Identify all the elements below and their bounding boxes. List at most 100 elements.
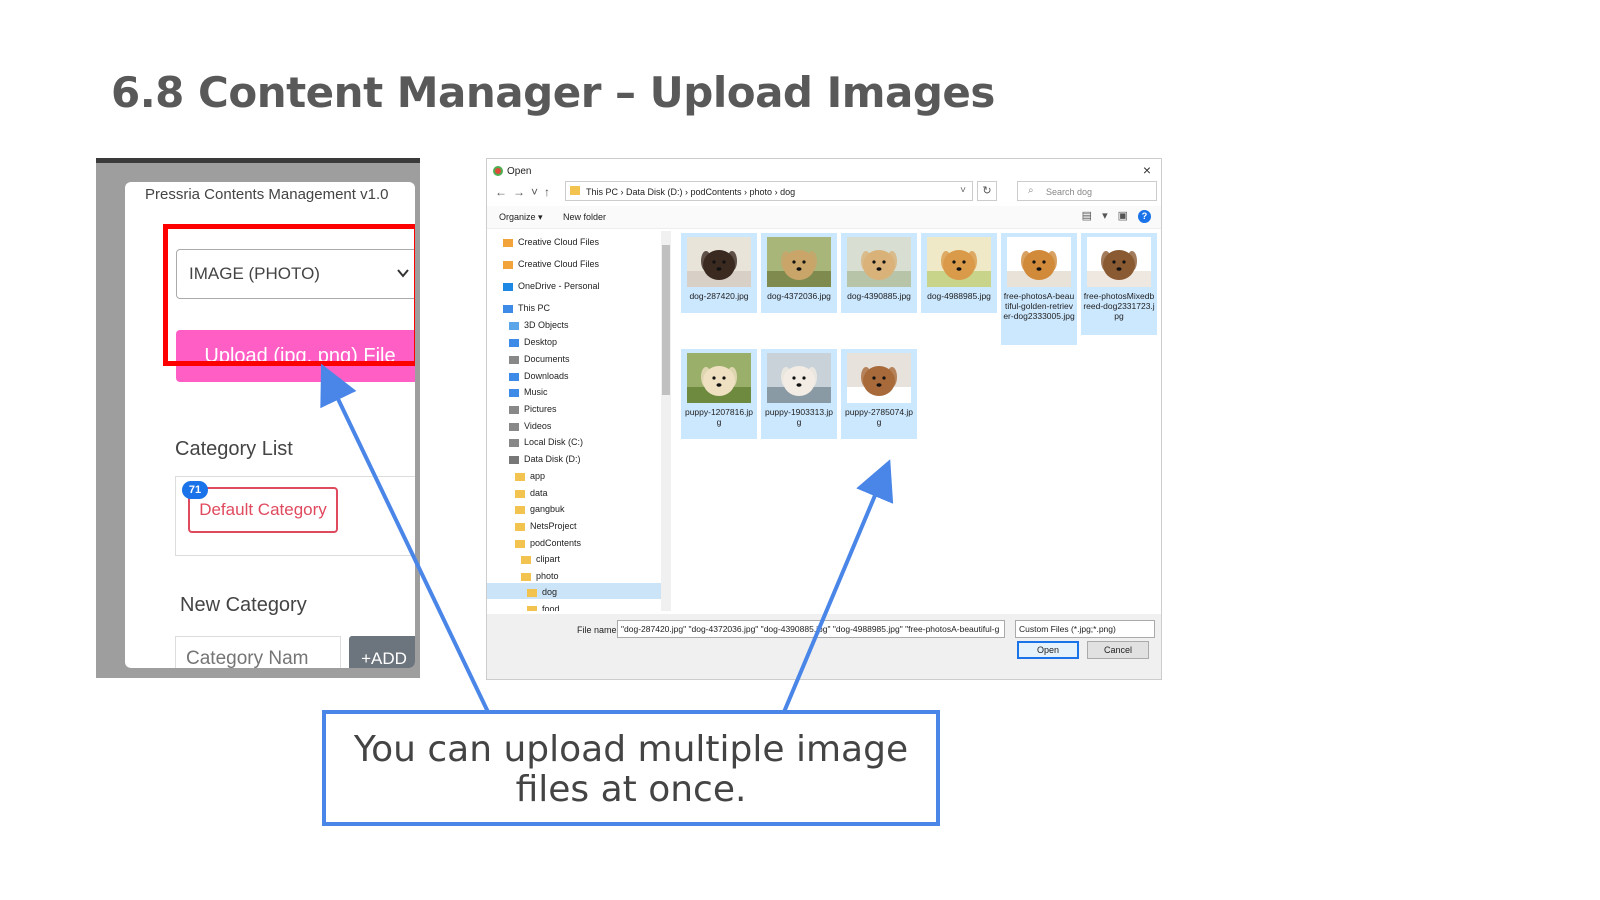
nav-item-label: food bbox=[542, 604, 560, 611]
image-thumbnail-icon bbox=[1087, 237, 1151, 287]
file-type-select[interactable]: Custom Files (*.jpg;*.png) bbox=[1015, 620, 1155, 638]
folder-icon bbox=[515, 489, 525, 498]
nav-item[interactable]: podContents bbox=[515, 538, 581, 548]
cancel-button[interactable]: Cancel bbox=[1087, 641, 1149, 659]
nav-item[interactable]: Documents bbox=[509, 354, 570, 364]
nav-item[interactable]: gangbuk bbox=[515, 504, 565, 514]
image-thumbnail-icon bbox=[847, 353, 911, 403]
nav-item-label: dog bbox=[542, 587, 558, 597]
image-thumbnail-icon bbox=[847, 237, 911, 287]
nav-item[interactable]: clipart bbox=[521, 554, 560, 564]
organize-button[interactable]: Organize ▾ bbox=[499, 212, 543, 223]
dialog-footer: File name: "dog-287420.jpg" "dog-4372036… bbox=[487, 614, 1161, 679]
nav-item[interactable]: This PC bbox=[503, 303, 550, 313]
breadcrumb[interactable]: This PC › Data Disk (D:) › podContents ›… bbox=[586, 187, 795, 197]
nav-item[interactable]: dog bbox=[527, 587, 557, 597]
category-list-label: Category List bbox=[175, 438, 293, 460]
nav-item-label: Desktop bbox=[524, 337, 558, 347]
folder-icon bbox=[527, 588, 537, 597]
nav-item[interactable]: food bbox=[527, 604, 560, 611]
file-tile[interactable]: puppy-2785074.jpg bbox=[841, 349, 917, 439]
nav-item[interactable]: app bbox=[515, 471, 545, 481]
refresh-icon[interactable]: ↻ bbox=[977, 181, 997, 201]
search-input[interactable]: ⌕ Search dog bbox=[1017, 181, 1157, 201]
folder-icon bbox=[527, 605, 537, 611]
file-tile[interactable]: free-photosMixedbreed-dog2331723.jpg bbox=[1081, 233, 1157, 335]
nav-item[interactable]: Pictures bbox=[509, 404, 557, 414]
nav-item[interactable]: Creative Cloud Files bbox=[503, 237, 599, 247]
folder-icon bbox=[503, 238, 513, 247]
add-category-button[interactable]: +ADD bbox=[349, 636, 415, 668]
file-name-label: File name: bbox=[577, 625, 620, 635]
category-list: Default Category 71 bbox=[175, 476, 415, 556]
nav-item-label: 3D Objects bbox=[524, 320, 569, 330]
nav-item[interactable]: Creative Cloud Files bbox=[503, 259, 599, 269]
address-bar[interactable]: This PC › Data Disk (D:) › podContents ›… bbox=[565, 181, 973, 201]
back-arrow-icon[interactable]: ← bbox=[495, 185, 513, 199]
nav-item-label: gangbuk bbox=[530, 504, 565, 514]
chevron-down-icon[interactable]: ˅ bbox=[960, 185, 966, 196]
nav-item-label: Creative Cloud Files bbox=[518, 259, 600, 269]
forward-arrow-icon[interactable]: → bbox=[513, 185, 531, 199]
image-thumbnail-icon bbox=[927, 237, 991, 287]
nav-scrollbar[interactable] bbox=[661, 231, 671, 611]
nav-item-label: Music bbox=[524, 387, 548, 397]
highlight-box bbox=[163, 224, 415, 366]
close-icon[interactable]: × bbox=[1143, 162, 1151, 178]
file-name: free-photosMixedbreed-dog2331723.jpg bbox=[1083, 291, 1155, 321]
file-tile[interactable]: dog-287420.jpg bbox=[681, 233, 757, 313]
image-thumbnail-icon bbox=[687, 237, 751, 287]
search-icon: ⌕ bbox=[1028, 185, 1034, 196]
nav-item[interactable]: OneDrive - Personal bbox=[503, 281, 600, 291]
file-name-input[interactable]: "dog-287420.jpg" "dog-4372036.jpg" "dog-… bbox=[617, 620, 1005, 638]
view-controls[interactable]: ▤▾▣? bbox=[1082, 209, 1151, 223]
category-name-input[interactable] bbox=[175, 636, 341, 668]
file-tile[interactable]: free-photosA-beautiful-golden-retriever-… bbox=[1001, 233, 1077, 345]
nav-item[interactable]: Downloads bbox=[509, 371, 569, 381]
file-tile[interactable]: dog-4988985.jpg bbox=[921, 233, 997, 313]
search-placeholder: Search dog bbox=[1046, 187, 1093, 197]
nav-item-label: Downloads bbox=[524, 371, 569, 381]
file-tile[interactable]: puppy-1207816.jpg bbox=[681, 349, 757, 439]
file-tile[interactable]: puppy-1903313.jpg bbox=[761, 349, 837, 439]
folder-icon bbox=[509, 438, 519, 447]
nav-arrows[interactable]: ←→˅↑ bbox=[495, 185, 556, 199]
file-name: dog-4372036.jpg bbox=[767, 291, 831, 301]
nav-item[interactable]: Videos bbox=[509, 421, 551, 431]
nav-item[interactable]: Data Disk (D:) bbox=[509, 454, 581, 464]
folder-icon bbox=[515, 472, 525, 481]
file-name: puppy-1207816.jpg bbox=[684, 407, 754, 427]
file-tile[interactable]: dog-4390885.jpg bbox=[841, 233, 917, 313]
nav-item[interactable]: Desktop bbox=[509, 337, 557, 347]
nav-item-label: NetsProject bbox=[530, 521, 577, 531]
help-icon[interactable]: ? bbox=[1138, 210, 1151, 223]
image-thumbnail-icon bbox=[1007, 237, 1071, 287]
scrollbar-thumb[interactable] bbox=[662, 245, 670, 395]
folder-icon bbox=[521, 572, 531, 581]
folder-icon bbox=[509, 405, 519, 414]
folder-icon bbox=[509, 321, 519, 330]
file-name: dog-4390885.jpg bbox=[847, 291, 911, 301]
recent-dropdown-icon[interactable]: ˅ bbox=[531, 185, 544, 199]
category-default-button[interactable]: Default Category bbox=[188, 487, 338, 533]
file-tile[interactable]: dog-4372036.jpg bbox=[761, 233, 837, 313]
nav-item[interactable]: data bbox=[515, 488, 548, 498]
nav-item[interactable]: photo bbox=[521, 571, 559, 581]
cms-panel: Pressria Contents Management v1.0 IMAGE … bbox=[96, 158, 420, 678]
cms-card: Pressria Contents Management v1.0 IMAGE … bbox=[125, 182, 415, 668]
callout-box: You can upload multiple image files at o… bbox=[322, 710, 940, 826]
nav-item[interactable]: NetsProject bbox=[515, 521, 577, 531]
file-open-dialog: Open × ←→˅↑ This PC › Data Disk (D:) › p… bbox=[486, 158, 1162, 680]
view-options-icon[interactable]: ▤▾ bbox=[1082, 210, 1118, 222]
folder-icon bbox=[509, 388, 519, 397]
new-folder-button[interactable]: New folder bbox=[563, 212, 606, 222]
preview-pane-icon[interactable]: ▣ bbox=[1118, 210, 1138, 222]
up-arrow-icon[interactable]: ↑ bbox=[544, 185, 556, 199]
dialog-title: Open bbox=[507, 166, 532, 177]
open-button[interactable]: Open bbox=[1017, 641, 1079, 659]
folder-icon bbox=[503, 260, 513, 269]
nav-item[interactable]: 3D Objects bbox=[509, 320, 569, 330]
nav-item[interactable]: Music bbox=[509, 387, 548, 397]
slide-title: 6.8 Content Manager – Upload Images bbox=[111, 68, 995, 117]
nav-item[interactable]: Local Disk (C:) bbox=[509, 437, 583, 447]
